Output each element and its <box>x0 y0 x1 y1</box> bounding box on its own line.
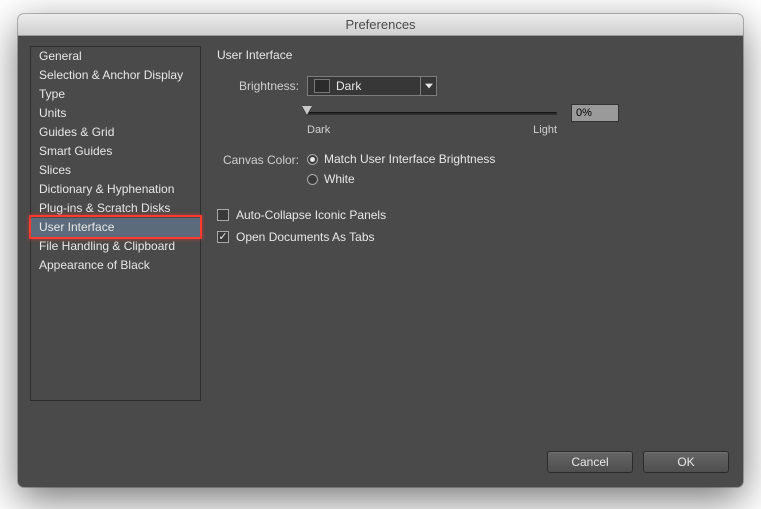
radio-label: Match User Interface Brightness <box>324 152 495 166</box>
canvas-color-label: Canvas Color: <box>217 152 307 167</box>
sidebar-item[interactable]: Selection & Anchor Display <box>31 66 200 85</box>
sidebar-item[interactable]: Units <box>31 104 200 123</box>
titlebar: Preferences <box>18 14 743 36</box>
brightness-dropdown[interactable]: Dark <box>307 76 437 96</box>
dialog-footer: Cancel OK <box>18 451 743 487</box>
slider-min-label: Dark <box>307 124 330 136</box>
brightness-swatch <box>314 79 330 93</box>
brightness-slider[interactable] <box>307 106 557 120</box>
slider-knob[interactable] <box>302 106 312 115</box>
radio-label: White <box>324 172 355 186</box>
canvas-color-radio[interactable]: Match User Interface Brightness <box>307 152 495 166</box>
settings-panel: User Interface Brightness: Dark <box>201 46 731 439</box>
cancel-button[interactable]: Cancel <box>547 451 633 473</box>
brightness-value: Dark <box>336 79 420 93</box>
brightness-percent[interactable]: 0% <box>571 104 619 122</box>
sidebar-item[interactable]: User Interface <box>31 218 200 237</box>
sidebar-item[interactable]: Type <box>31 85 200 104</box>
preferences-window: Preferences GeneralSelection & Anchor Di… <box>18 14 743 487</box>
checkbox-icon <box>217 231 229 243</box>
sidebar-item[interactable]: Smart Guides <box>31 142 200 161</box>
radio-dot-icon <box>307 174 318 185</box>
sidebar-item[interactable]: General <box>31 47 200 66</box>
radio-dot-icon <box>307 154 318 165</box>
slider-max-label: Light <box>533 124 557 136</box>
checkbox-icon <box>217 209 229 221</box>
canvas-color-radio[interactable]: White <box>307 172 495 186</box>
window-title: Preferences <box>345 17 415 32</box>
sidebar-item[interactable]: Slices <box>31 161 200 180</box>
category-sidebar: GeneralSelection & Anchor DisplayTypeUni… <box>30 46 201 401</box>
sidebar-item[interactable]: Plug-ins & Scratch Disks <box>31 199 200 218</box>
panel-title: User Interface <box>217 48 727 62</box>
checkbox-label: Auto-Collapse Iconic Panels <box>236 208 386 222</box>
open-as-tabs-checkbox[interactable]: Open Documents As Tabs <box>217 230 727 244</box>
checkbox-label: Open Documents As Tabs <box>236 230 375 244</box>
chevron-down-icon <box>420 77 436 95</box>
brightness-label: Brightness: <box>217 79 307 93</box>
ok-button[interactable]: OK <box>643 451 729 473</box>
auto-collapse-checkbox[interactable]: Auto-Collapse Iconic Panels <box>217 208 727 222</box>
sidebar-item[interactable]: File Handling & Clipboard <box>31 237 200 256</box>
sidebar-item[interactable]: Appearance of Black <box>31 256 200 275</box>
slider-track <box>307 112 557 115</box>
sidebar-item[interactable]: Guides & Grid <box>31 123 200 142</box>
sidebar-item[interactable]: Dictionary & Hyphenation <box>31 180 200 199</box>
